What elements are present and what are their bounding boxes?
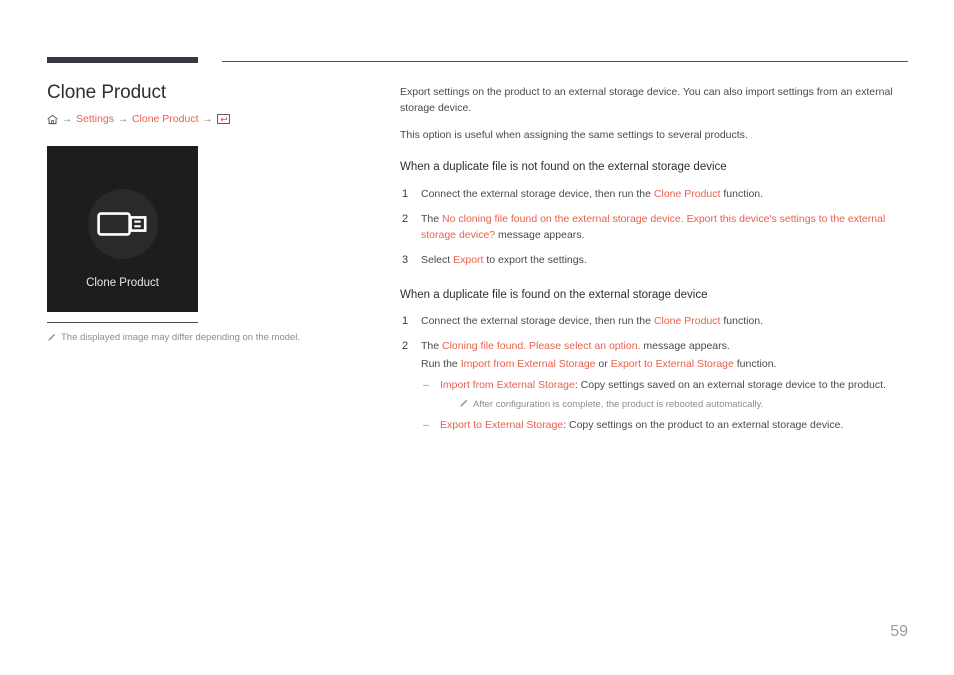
breadcrumb-item-clone-product[interactable]: Clone Product <box>132 113 199 125</box>
header-divider-line <box>222 61 908 62</box>
preview-caption: Clone Product <box>86 277 159 289</box>
step-text-pre: The <box>421 340 443 353</box>
breadcrumb-arrow-3: → <box>202 113 213 125</box>
breadcrumb: → Settings → Clone Product → <box>47 113 377 125</box>
step-accent-term: No cloning file found on the external st… <box>421 212 886 242</box>
breadcrumb-item-settings[interactable]: Settings <box>76 113 114 125</box>
option-description: : Copy settings saved on an external sto… <box>574 378 886 391</box>
step-text-post: message appears. <box>495 229 585 242</box>
intro-paragraph-2: This option is useful when assigning the… <box>400 128 748 141</box>
preview-note-block: The displayed image may differ depending… <box>47 322 347 345</box>
step-accent-term: Clone Product <box>653 187 721 200</box>
options-list: – Import from External Storage: Copy set… <box>421 377 908 434</box>
pencil-icon <box>47 333 56 342</box>
preview-note-row: The displayed image may differ depending… <box>47 332 347 345</box>
step-item: 1 Connect the external storage device, t… <box>400 186 908 202</box>
header-accent-bar <box>47 57 198 63</box>
option-description: : Copy settings on the product to an ext… <box>563 419 844 432</box>
option-note-row: After configuration is complete, the pro… <box>459 398 908 411</box>
step-item: 2 The No cloning file found on the exter… <box>400 211 908 244</box>
step-number: 2 <box>402 212 409 225</box>
step-accent-term: Clone Product <box>653 314 721 327</box>
step-text-post: to export the settings. <box>483 254 587 267</box>
run-function-line: Run the Import from External Storage or … <box>421 356 908 372</box>
preview-panel: Clone Product <box>47 146 198 312</box>
step-text-post: function. <box>720 187 764 200</box>
run-line-pre: Run the <box>421 358 461 371</box>
option-accent-term: Import from External Storage <box>440 378 575 391</box>
run-line-post: function. <box>733 358 777 371</box>
page-number: 59 <box>890 623 908 640</box>
step-number: 1 <box>402 187 409 200</box>
preview-note-text: The displayed image may differ depending… <box>61 332 301 343</box>
run-line-accent-export: Export to External Storage <box>610 358 734 371</box>
step-text-pre: Connect the external storage device, the… <box>421 314 654 327</box>
step-number: 3 <box>402 254 409 267</box>
step-item: 2 The Cloning file found. Please select … <box>400 338 908 433</box>
dash-bullet-icon: – <box>423 378 429 391</box>
step-text-post: message appears. <box>640 340 730 353</box>
step-accent-term: Cloning file found. Please select an opt… <box>442 340 641 353</box>
step-accent-term: Export <box>453 254 484 267</box>
page-title: Clone Product <box>47 82 167 103</box>
option-note-text: After configuration is complete, the pro… <box>473 398 764 410</box>
section-heading-not-found: When a duplicate file is not found on th… <box>400 161 727 174</box>
step-number: 2 <box>402 340 409 353</box>
step-item: 3 Select Export to export the settings. <box>400 252 908 268</box>
run-line-accent-import: Import from External Storage <box>460 358 596 371</box>
steps-list-not-found: 1 Connect the external storage device, t… <box>400 186 908 269</box>
home-icon[interactable] <box>47 114 58 125</box>
option-item-export: – Export to External Storage: Copy setti… <box>421 417 908 433</box>
usb-drive-icon <box>96 209 149 239</box>
step-text-post: function. <box>720 314 764 327</box>
step-item: 1 Connect the external storage device, t… <box>400 313 908 329</box>
breadcrumb-arrow-1: → <box>62 113 72 125</box>
run-line-mid: or <box>595 358 611 371</box>
step-number: 1 <box>402 314 409 327</box>
intro-paragraph-1: Export settings on the product to an ext… <box>400 86 893 114</box>
step-text-pre: Select <box>421 254 454 267</box>
dash-bullet-icon: – <box>423 419 429 432</box>
right-column: Export settings on the product to an ext… <box>400 85 908 433</box>
option-item-import: – Import from External Storage: Copy set… <box>421 377 908 412</box>
header-rules <box>0 57 954 67</box>
breadcrumb-arrow-2: → <box>117 113 128 125</box>
step-text-pre: The <box>421 212 443 225</box>
option-accent-term: Export to External Storage <box>440 419 564 432</box>
left-column: Clone Product → Settings → Clone Product… <box>47 82 377 125</box>
preview-note-divider <box>47 322 198 323</box>
section-heading-found: When a duplicate file is found on the ex… <box>400 288 708 301</box>
step-text-pre: Connect the external storage device, the… <box>421 187 654 200</box>
steps-list-found: 1 Connect the external storage device, t… <box>400 313 908 434</box>
enter-key-icon[interactable] <box>216 114 230 124</box>
pencil-icon <box>459 399 468 408</box>
